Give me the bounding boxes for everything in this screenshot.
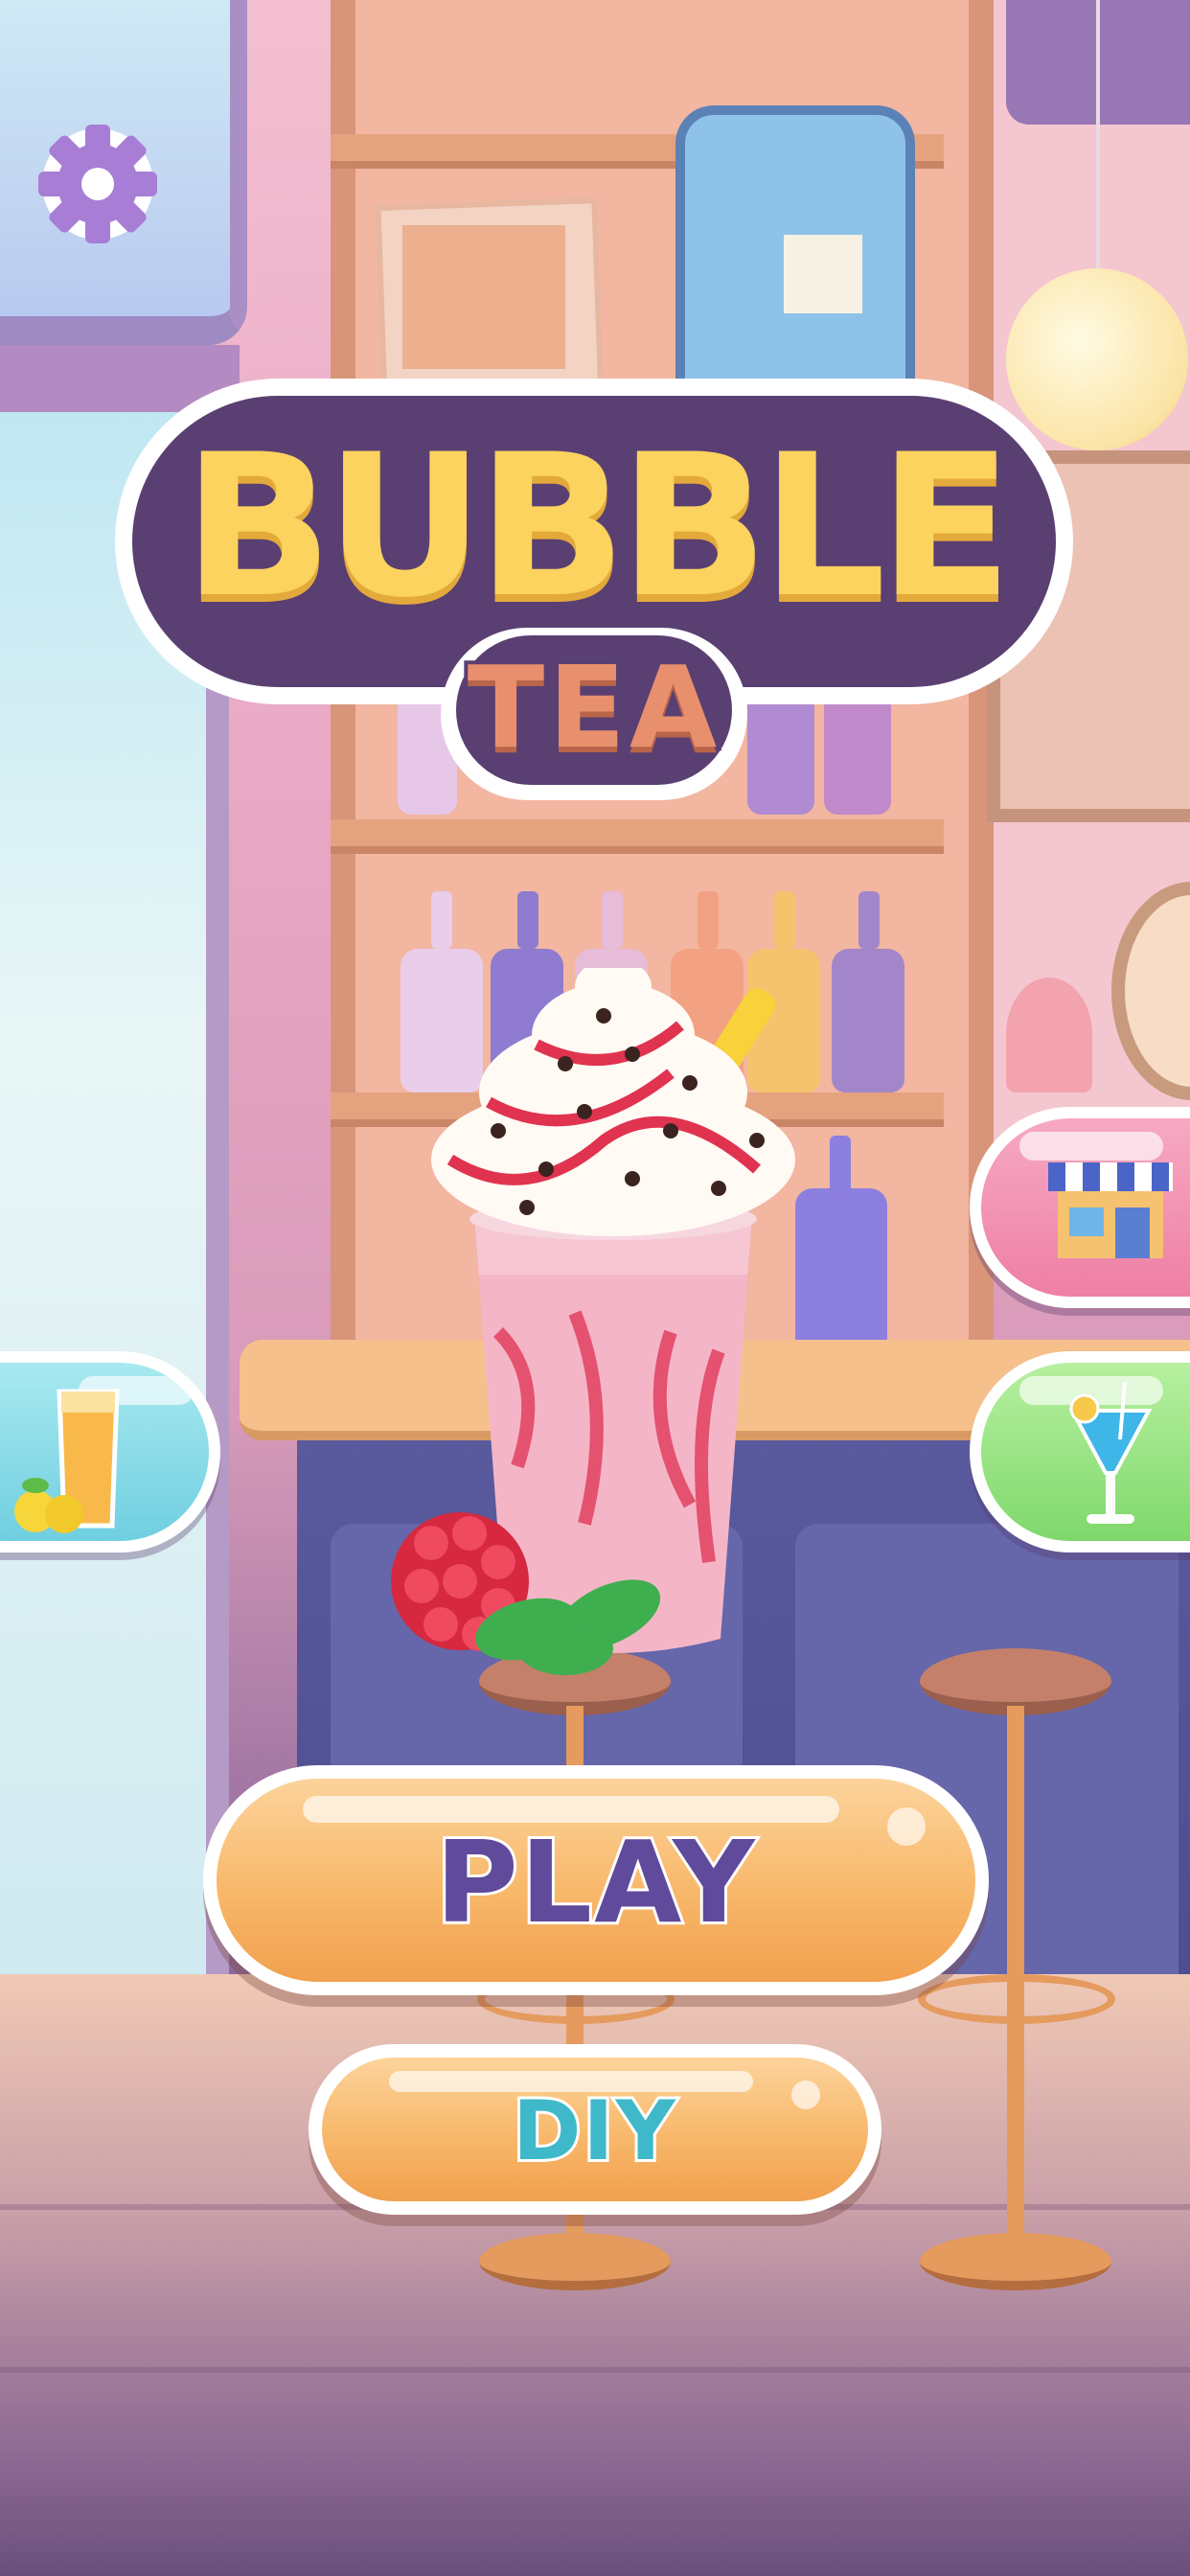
- poster-art: [402, 225, 565, 369]
- bottle-neck: [774, 891, 795, 949]
- play-label: PLAY: [432, 1813, 757, 1951]
- cocktail-icon: [1068, 1382, 1153, 1524]
- play-button[interactable]: PLAY: [203, 1765, 989, 1995]
- lemonade-button[interactable]: [0, 1351, 220, 1552]
- bottle-neck: [517, 891, 538, 949]
- stool-base: [479, 2233, 671, 2290]
- bottle-neck: [858, 891, 880, 949]
- lamp-cord: [1096, 0, 1100, 268]
- stool-ring: [918, 1974, 1115, 2024]
- shop-icon: [1048, 1162, 1173, 1258]
- bottle-neck: [431, 891, 452, 949]
- game-subtitle: TEA: [464, 637, 721, 777]
- stool-base: [920, 2233, 1111, 2290]
- shop-button[interactable]: [970, 1107, 1190, 1308]
- game-logo: BUBBLE TEA: [115, 379, 1073, 800]
- flower-vase: [1006, 978, 1092, 1092]
- settings-button[interactable]: [29, 115, 167, 253]
- bottle-neck: [698, 891, 719, 949]
- shelf: [331, 819, 944, 854]
- diy-label: DIY: [510, 2081, 678, 2182]
- game-title: BUBBLE: [178, 412, 1018, 642]
- diy-button[interactable]: DIY: [309, 2044, 881, 2215]
- bottle-neck: [602, 891, 623, 949]
- floor-line: [0, 2367, 1190, 2373]
- cocktail-button[interactable]: [970, 1351, 1190, 1552]
- sign-note: [784, 235, 862, 313]
- gear-icon: [38, 125, 157, 243]
- raspberry-frappe-icon: [391, 968, 795, 1675]
- lemonade-icon: [14, 1389, 120, 1533]
